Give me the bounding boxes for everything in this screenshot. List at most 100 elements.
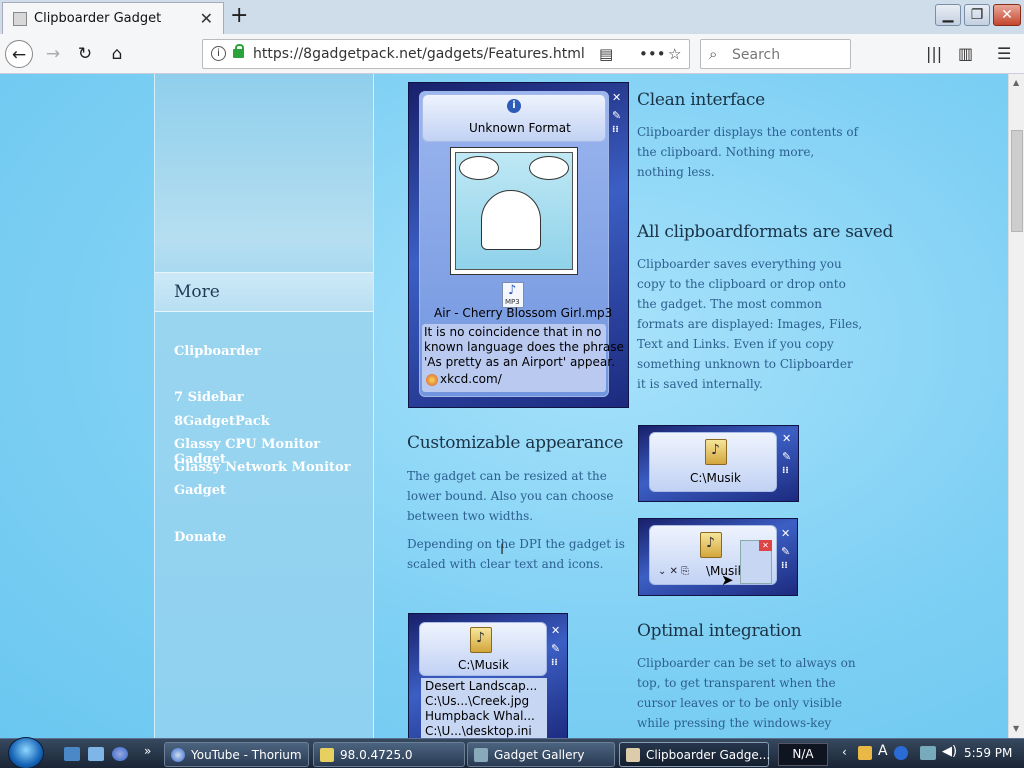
search-placeholder: Search	[732, 47, 781, 63]
sidebar-link-7-sidebar[interactable]: 7 Sidebar	[174, 390, 244, 405]
window-switcher-icon[interactable]	[88, 747, 104, 761]
file-item-3[interactable]: Humpback Whal...	[425, 709, 535, 723]
site-info-icon[interactable]: i	[211, 46, 226, 61]
task-label: YouTube - Thorium	[191, 748, 302, 762]
reader-view-icon[interactable]: ▤	[599, 45, 613, 63]
gadget-close-icon[interactable]: ✕	[781, 527, 790, 540]
more-heading-bar: More	[155, 272, 373, 312]
formats-line-3: the gadget. The most common	[637, 297, 822, 311]
gadget-main-panel: i Unknown Format ♪ MP3 Air - Cherry Blos…	[419, 91, 624, 397]
minimize-button[interactable]: ▁	[935, 4, 961, 26]
search-input[interactable]: ⌕ Search	[700, 39, 851, 69]
file-item-4[interactable]: C:\U...\desktop.ini	[425, 724, 532, 738]
task-gadget-gallery[interactable]: Gadget Gallery	[467, 742, 615, 767]
custom-line-2: lower bound. Also you can choose	[407, 489, 614, 503]
page-favicon-icon	[13, 12, 27, 26]
start-button[interactable]	[8, 737, 44, 768]
comic-image	[450, 147, 578, 275]
gadget-drag-icon[interactable]: ⁝⁝	[612, 125, 619, 135]
heading-optimal-integration: Optimal integration	[637, 621, 802, 641]
sidebar-link-glassy-network-gadget[interactable]: Gadget	[174, 483, 226, 498]
new-tab-button[interactable]: +	[230, 3, 248, 28]
heading-clean-interface: Clean interface	[637, 90, 765, 110]
page-actions-icon[interactable]: •••	[639, 45, 666, 63]
remove-item-icon[interactable]: ✕	[759, 540, 772, 551]
home-button[interactable]: ⌂	[103, 40, 131, 68]
address-bar[interactable]: i https://8gadgetpack.net/gadgets/Featur…	[202, 39, 690, 69]
scroll-up-arrow-icon[interactable]: ▲	[1013, 78, 1019, 87]
integration-line-2: top, to get transparent when the	[637, 676, 836, 690]
formats-line-1: Clipboarder saves everything you	[637, 257, 842, 271]
volume-icon[interactable]: ◀)	[942, 744, 957, 759]
gadget-close-icon[interactable]: ✕	[551, 624, 560, 637]
integration-line-1: Clipboarder can be set to always on	[637, 656, 856, 670]
sidebar-link-donate[interactable]: Donate	[174, 530, 226, 545]
clean-line-1: Clipboarder displays the contents of	[637, 125, 859, 139]
bookmark-star-icon[interactable]: ☆	[668, 45, 681, 63]
custom-line-3: between two widths.	[407, 509, 534, 523]
sidebar-toggle-icon[interactable]: ▥	[958, 44, 973, 63]
reload-button[interactable]: ↻	[71, 40, 99, 68]
tab-clipboarder-gadget[interactable]: Clipboarder Gadget ✕	[2, 2, 224, 34]
gadget-settings-icon[interactable]: ✎	[782, 450, 791, 463]
sidebar-link-glassy-network[interactable]: Glassy Network Monitor	[174, 460, 351, 475]
gadget-gallery-icon	[474, 748, 488, 762]
gadget-settings-icon[interactable]: ✎	[612, 109, 621, 122]
language-indicator[interactable]: N/A	[778, 743, 828, 766]
gadget-small-panel-2: \Musik ⌄ ✕ ⎘ ✕	[649, 525, 777, 585]
tray-a-icon[interactable]: A	[878, 743, 888, 759]
sidebar-link-clipboarder[interactable]: Clipboarder	[174, 344, 261, 359]
task-clipboarder-gadget[interactable]: Clipboarder Gadge...	[619, 742, 770, 767]
sidebar-link-8gadgetpack[interactable]: 8GadgetPack	[174, 414, 270, 429]
show-desktop-icon[interactable]	[64, 747, 80, 761]
mp3-label: MP3	[505, 298, 520, 306]
menu-icon[interactable]: ☰	[997, 44, 1011, 63]
gadget-drag-icon[interactable]: ⁝⁝	[781, 561, 788, 571]
task-98-0-4725-0[interactable]: 98.0.4725.0	[313, 742, 465, 767]
scroll-down-arrow-icon[interactable]: ▼	[1013, 724, 1019, 733]
task-youtube-thorium[interactable]: YouTube - Thorium	[164, 742, 309, 767]
forward-button[interactable]: →	[39, 40, 67, 68]
tray-update-icon[interactable]	[894, 746, 908, 760]
close-icon: ✕	[1001, 7, 1013, 23]
file-name: Air - Cherry Blossom Girl.mp3	[434, 306, 613, 320]
file-item-1[interactable]: Desert Landscap...	[425, 679, 537, 693]
scrollbar-thumb[interactable]	[1011, 130, 1023, 232]
network-icon[interactable]	[920, 746, 936, 760]
gadget-drag-icon[interactable]: ⁝⁝	[551, 658, 558, 668]
gadget-settings-icon[interactable]: ✎	[781, 545, 790, 558]
back-button[interactable]: ←	[5, 40, 33, 68]
close-window-button[interactable]: ✕	[993, 4, 1021, 26]
formats-line-6: something unknown to Clipboarder	[637, 357, 853, 371]
more-quicklaunch-icon[interactable]: »	[144, 744, 151, 758]
gadget-drag-icon[interactable]: ⁝⁝	[782, 466, 789, 476]
tab-strip: Clipboarder Gadget ✕ + ▁ ❐ ✕	[0, 0, 1024, 34]
vertical-scrollbar[interactable]: ▲ ▼	[1008, 74, 1024, 738]
system-clock[interactable]: 5:59 PM	[964, 746, 1012, 760]
integration-line-3: cursor leaves or to be only visible	[637, 696, 842, 710]
gadget-close-icon[interactable]: ✕	[782, 432, 791, 445]
windows-taskbar: » YouTube - Thorium 98.0.4725.0 Gadget G…	[0, 737, 1024, 768]
text-cursor-icon: I	[500, 542, 505, 558]
close-tab-icon[interactable]: ✕	[200, 9, 213, 28]
tray-app-icon[interactable]	[858, 746, 872, 760]
url-text[interactable]: https://8gadgetpack.net/gadgets/Features…	[253, 46, 585, 62]
search-icon: ⌕	[709, 45, 718, 63]
gadget-small-screenshot-2: \Musik ⌄ ✕ ⎘ ✕ ✕ ✎ ⁝⁝ ➤	[638, 518, 798, 596]
mp3-file-icon: ♪ MP3	[502, 282, 524, 308]
gadget-small-panel-1: C:\Musik	[649, 432, 777, 492]
xkcd-link[interactable]: xkcd.com/	[440, 372, 502, 386]
folder-icon	[320, 748, 334, 762]
gadget-toolbar-icons[interactable]: ⌄ ✕ ⎘	[658, 566, 689, 577]
quote-line-1: It is no coincidence that in no	[424, 325, 602, 339]
show-hidden-icons-icon[interactable]: ‹	[842, 745, 847, 759]
library-icon[interactable]: |||	[926, 44, 942, 63]
file-item-2[interactable]: C:\Us...\Creek.jpg	[425, 694, 529, 708]
browser-quicklaunch-icon[interactable]	[112, 747, 128, 761]
preview-overlay: ✕	[740, 540, 772, 584]
gadget-settings-icon[interactable]: ✎	[551, 642, 560, 655]
secure-lock-icon	[233, 44, 244, 58]
maximize-button[interactable]: ❐	[964, 4, 990, 26]
thorium-icon	[171, 748, 185, 762]
gadget-close-icon[interactable]: ✕	[612, 91, 621, 104]
